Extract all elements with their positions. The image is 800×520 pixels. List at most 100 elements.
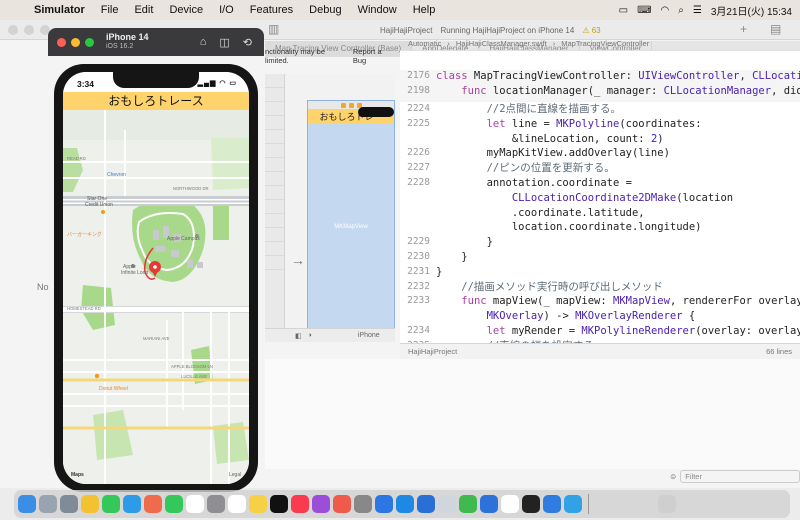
documents-icon[interactable] (616, 495, 634, 513)
screen-mirror-icon[interactable]: ▭ (619, 5, 628, 16)
debug-area[interactable] (265, 359, 800, 469)
contacts-icon[interactable] (207, 495, 225, 513)
app-title-bar: おもしろトレース (63, 92, 249, 110)
code-text: .coordinate.latitude, (436, 206, 645, 219)
photos-icon[interactable] (144, 495, 162, 513)
sidebar-toggle-icon[interactable]: ▥ (268, 22, 279, 36)
dock-separator (588, 494, 589, 514)
menu-debug[interactable]: Debug (301, 4, 349, 16)
menu-help[interactable]: Help (405, 4, 444, 16)
footer-project: HajiHajiProject (408, 347, 458, 356)
rotate-icon[interactable]: ⟲ (243, 36, 252, 49)
pages-icon[interactable] (480, 495, 498, 513)
terminal-icon[interactable] (522, 495, 540, 513)
iphone-frame: 3:34 ▂▄▆ ◠ ▭ おもしろトレース READ RD NORTHWOOD … (54, 64, 258, 492)
inspector-toggle-icon[interactable]: ▤ (770, 22, 781, 36)
menu-simulator[interactable]: Simulator (26, 4, 93, 16)
trash-icon[interactable] (658, 495, 676, 513)
code-line[interactable]: 2198 func locationManager(_ manager: CLL… (400, 85, 800, 102)
close-button[interactable] (57, 37, 66, 47)
code-text: annotation.coordinate = (436, 177, 632, 189)
map-view[interactable]: READ RD NORTHWOOD DR MARIANI AVE APPLE B… (63, 110, 249, 484)
device-config-icon[interactable]: ◧ (295, 332, 302, 340)
storyboard-scene[interactable]: おもしろトレー MKMapView (307, 100, 395, 338)
document-outline[interactable] (265, 74, 285, 338)
code-text: class MapTracingViewController: UIViewCo… (436, 70, 800, 82)
code-text: } (436, 265, 443, 278)
storyboard-canvas[interactable]: → おもしろトレー MKMapView (265, 74, 395, 338)
keynote-icon[interactable] (354, 495, 372, 513)
line-number: 2231 (407, 265, 430, 277)
line-number: 2232 (407, 280, 430, 292)
numbers-icon[interactable] (459, 495, 477, 513)
line-number: 2229 (407, 236, 430, 248)
filter-input[interactable]: Filter (680, 469, 800, 483)
downloads-icon[interactable] (595, 495, 613, 513)
label-donut: Donut Wheel (99, 386, 128, 392)
mail-icon[interactable] (564, 495, 582, 513)
label-chevron: Chevron (107, 172, 126, 178)
report-bug-button[interactable]: Report a Bug (353, 47, 395, 65)
line-number: 2198 (407, 85, 430, 96)
label-mariani: MARIANI AVE (143, 336, 170, 341)
code-text: func locationManager(_ manager: CLLocati… (461, 85, 800, 97)
simulator-icon[interactable] (438, 495, 456, 513)
add-icon[interactable]: + (740, 22, 747, 36)
menu-file[interactable]: File (93, 4, 127, 16)
search-icon[interactable]: ⌕ (678, 5, 684, 16)
line-number: 2230 (407, 251, 430, 262)
zoom-button[interactable] (85, 37, 94, 47)
recent-folder-icon[interactable] (637, 495, 655, 513)
appletv-icon[interactable] (270, 495, 288, 513)
messages-icon[interactable] (102, 495, 120, 513)
jump-automatic[interactable]: Automatic (408, 39, 441, 48)
keyboard-icon[interactable]: ⌨ (637, 5, 651, 16)
menu-device[interactable]: Device (161, 4, 211, 16)
code-text: location.coordinate.longitude) (436, 221, 702, 234)
minimize-button[interactable] (71, 37, 80, 47)
menu-io[interactable]: I/O (211, 4, 242, 16)
code-text: let line = MKPolyline(coordinates: (486, 117, 702, 130)
scheme-name[interactable]: HajiHajiProject (380, 26, 432, 35)
screenshot-icon[interactable]: ◫ (219, 36, 229, 49)
warning-count[interactable]: ⚠ 63 (582, 26, 600, 35)
zoom-app-icon[interactable] (543, 495, 561, 513)
jump-symbol[interactable]: MapTracingViewController (561, 39, 649, 48)
chrome-icon[interactable] (81, 495, 99, 513)
dock (14, 490, 790, 518)
wifi-icon[interactable]: ◠ (661, 5, 670, 16)
settings-icon[interactable] (60, 495, 78, 513)
appstore-icon[interactable] (375, 495, 393, 513)
storyboard-device[interactable]: iPhone (358, 332, 380, 339)
podcasts-icon[interactable] (312, 495, 330, 513)
xcode-traffic-lights[interactable] (8, 25, 50, 35)
label-read-rd: READ RD (67, 156, 86, 161)
left-pane-placeholder: No (37, 282, 49, 292)
menu-window[interactable]: Window (350, 4, 405, 16)
preview-icon[interactable] (501, 495, 519, 513)
home-icon[interactable]: ⌂ (200, 36, 207, 49)
safari-icon[interactable] (123, 495, 141, 513)
iphone-screen[interactable]: 3:34 ▂▄▆ ◠ ▭ おもしろトレース READ RD NORTHWOOD … (63, 72, 249, 484)
notes-icon[interactable] (249, 495, 267, 513)
menubar-clock[interactable]: 3月21日(火) 15:34 (711, 3, 792, 18)
vscode-icon[interactable] (417, 495, 435, 513)
orientation-icon[interactable]: ◑ (308, 332, 312, 339)
launchpad-icon[interactable] (39, 495, 57, 513)
menu-edit[interactable]: Edit (126, 4, 161, 16)
jump-file[interactable]: HajiHajiClassManager.swift (456, 39, 547, 48)
finder-icon[interactable] (18, 495, 36, 513)
music-icon[interactable] (291, 495, 309, 513)
menu-features[interactable]: Features (242, 4, 301, 16)
facetime-icon[interactable] (165, 495, 183, 513)
line-number: 2225 (407, 117, 430, 129)
reminders-icon[interactable] (228, 495, 246, 513)
code-editor[interactable]: 2176 class MapTracingViewController: UIVi… (400, 51, 800, 343)
control-center-icon[interactable]: ☰ (693, 5, 702, 16)
calendar-icon[interactable] (186, 495, 204, 513)
filter-bar: ⊜ Filter (670, 468, 800, 484)
news-icon[interactable] (333, 495, 351, 513)
xcode-icon[interactable] (396, 495, 414, 513)
map-canvas[interactable]: READ RD NORTHWOOD DR MARIANI AVE APPLE B… (63, 110, 249, 484)
line-number: 2224 (407, 103, 430, 114)
